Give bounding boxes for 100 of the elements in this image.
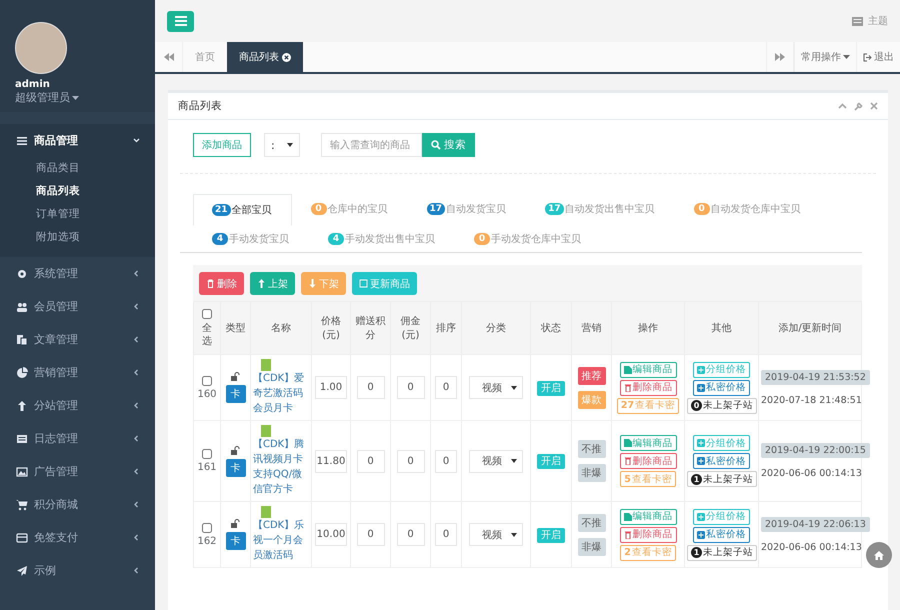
marketing-tag[interactable]: 非爆 xyxy=(578,464,606,482)
submenu-item[interactable]: 商品类目 xyxy=(0,157,155,180)
delete-product-button[interactable]: 删除商品 xyxy=(620,453,676,469)
delete-product-button[interactable]: 删除商品 xyxy=(620,380,676,396)
points-field[interactable]: 0 xyxy=(356,450,384,472)
add-product-button[interactable]: 添加商品 xyxy=(193,133,251,157)
category-select[interactable]: 视频 xyxy=(469,376,523,399)
sort-field[interactable]: 0 xyxy=(435,450,457,472)
row-id: 162 xyxy=(196,536,218,546)
menu-toggle-button[interactable] xyxy=(167,10,194,32)
status-tab[interactable]: 0 仓库中的宝贝 xyxy=(292,194,408,223)
search-field[interactable]: 输入需查询的商品 xyxy=(321,133,422,157)
unlock-icon xyxy=(231,519,240,528)
user-role-dropdown[interactable]: 超级管理员 xyxy=(15,90,79,105)
points-field[interactable]: 0 xyxy=(356,523,384,546)
submenu-item[interactable]: 商品列表 xyxy=(0,180,155,203)
edit-product-button[interactable]: 编辑商品 xyxy=(620,435,676,451)
menu-item[interactable]: 分站管理 xyxy=(0,389,155,422)
theme-button[interactable]: 主题 xyxy=(852,14,888,28)
row-checkbox[interactable] xyxy=(202,522,212,532)
home-icon xyxy=(874,550,884,560)
list-icon xyxy=(16,134,28,146)
commission-field[interactable]: 0 xyxy=(396,523,424,546)
wrench-icon[interactable] xyxy=(854,102,863,110)
marketing-tag[interactable]: 不推 xyxy=(578,514,606,532)
select-all-checkbox[interactable] xyxy=(202,308,212,318)
menu-item[interactable]: 积分商城 xyxy=(0,488,155,521)
caret-icon xyxy=(843,55,850,59)
menu-item[interactable]: 文章管理 xyxy=(0,323,155,356)
image-icon xyxy=(16,466,28,478)
chevron-icon xyxy=(133,534,140,541)
menu-item[interactable]: 会员管理 xyxy=(0,290,155,323)
arrow-up-icon xyxy=(16,400,28,412)
submenu-item[interactable]: 附加选项 xyxy=(0,226,155,249)
column-header: 名称 xyxy=(250,302,312,354)
collapse-icon[interactable] xyxy=(838,103,847,109)
column-header: 赠送积分 xyxy=(350,302,390,354)
menu-item[interactable]: 系统管理 xyxy=(0,257,155,290)
plus-square-icon xyxy=(697,457,705,465)
category-select[interactable]: 视频 xyxy=(469,450,523,472)
submenu-item[interactable]: 订单管理 xyxy=(0,203,155,226)
common-actions-dropdown[interactable]: 常用操作 xyxy=(794,42,856,72)
bulk-action-button[interactable]: 上架 xyxy=(250,272,295,295)
close-icon[interactable] xyxy=(282,52,291,62)
marketing-tag[interactable]: 非爆 xyxy=(578,538,606,556)
chevron-icon xyxy=(133,501,140,508)
plus-square-icon xyxy=(697,366,705,374)
menu-item[interactable]: 商品管理 xyxy=(0,124,155,157)
price-field[interactable]: 11.80 xyxy=(315,450,347,472)
price-field[interactable]: 10.00 xyxy=(315,523,347,546)
status-tab[interactable]: 17 自动发货宝贝 xyxy=(408,194,526,223)
points-field[interactable]: 0 xyxy=(356,376,384,399)
avatar xyxy=(15,22,67,74)
menu-item[interactable]: 示例 xyxy=(0,554,155,587)
filter-select[interactable]: : xyxy=(264,133,300,157)
document-icon xyxy=(624,366,632,374)
marketing-tag[interactable]: 推荐 xyxy=(578,366,606,384)
caret-icon xyxy=(287,143,293,147)
logout-button[interactable]: 退出 xyxy=(856,42,900,72)
created-time: 2019-04-19 22:06:13 xyxy=(761,516,870,532)
menu-item[interactable]: 营销管理 xyxy=(0,356,155,389)
delete-product-button[interactable]: 删除商品 xyxy=(620,526,676,542)
menu-item[interactable]: 广告管理 xyxy=(0,455,155,488)
substation-button[interactable]: 0 未上架子站 xyxy=(687,398,757,414)
bulk-action-button[interactable]: 删除 xyxy=(199,272,244,295)
caret-icon xyxy=(72,96,79,100)
menu-item[interactable]: 免签支付 xyxy=(0,521,155,554)
commission-field[interactable]: 0 xyxy=(396,450,424,472)
sort-field[interactable]: 0 xyxy=(435,376,457,399)
page-tab[interactable]: 商品列表 xyxy=(227,42,303,72)
trash-icon xyxy=(624,384,632,392)
row-checkbox[interactable] xyxy=(202,376,212,386)
chevron-icon xyxy=(133,270,140,277)
status-tab[interactable]: 4 手动发货出售中宝贝 xyxy=(309,225,455,252)
scroll-right-button[interactable] xyxy=(766,42,794,72)
commission-field[interactable]: 0 xyxy=(396,376,424,399)
status-tab[interactable]: 0 自动发货仓库中宝贝 xyxy=(674,194,821,223)
edit-product-button[interactable]: 编辑商品 xyxy=(620,508,676,524)
sort-field[interactable]: 0 xyxy=(435,523,457,546)
search-icon xyxy=(431,140,441,150)
status-tab[interactable]: 0 手动发货仓库中宝贝 xyxy=(455,225,601,252)
status-tab[interactable]: 4 手动发货宝贝 xyxy=(193,225,309,252)
private-price-button[interactable]: 私密价格 xyxy=(693,380,750,396)
substation-button[interactable]: 1 未上架子站 xyxy=(687,471,757,487)
edit-product-button[interactable]: 编辑商品 xyxy=(620,362,676,378)
substation-button[interactable]: 1 未上架子站 xyxy=(687,544,757,560)
chevron-icon xyxy=(133,137,140,144)
documents-icon xyxy=(16,334,28,346)
price-field[interactable]: 1.00 xyxy=(315,376,347,399)
search-button[interactable]: 搜索 xyxy=(422,133,475,157)
page-tab[interactable]: 首页 xyxy=(183,42,227,72)
private-price-button[interactable]: 私密价格 xyxy=(693,453,750,469)
status-tab[interactable]: 21 全部宝贝 xyxy=(193,194,292,226)
trash-icon xyxy=(624,530,632,538)
status-tab[interactable]: 17 自动发货出售中宝贝 xyxy=(526,194,675,223)
row-checkbox[interactable] xyxy=(202,449,212,459)
menu-item[interactable]: 日志管理 xyxy=(0,422,155,455)
private-price-button[interactable]: 私密价格 xyxy=(693,526,750,542)
category-select[interactable]: 视频 xyxy=(469,523,523,546)
marketing-tag[interactable]: 不推 xyxy=(578,440,606,458)
